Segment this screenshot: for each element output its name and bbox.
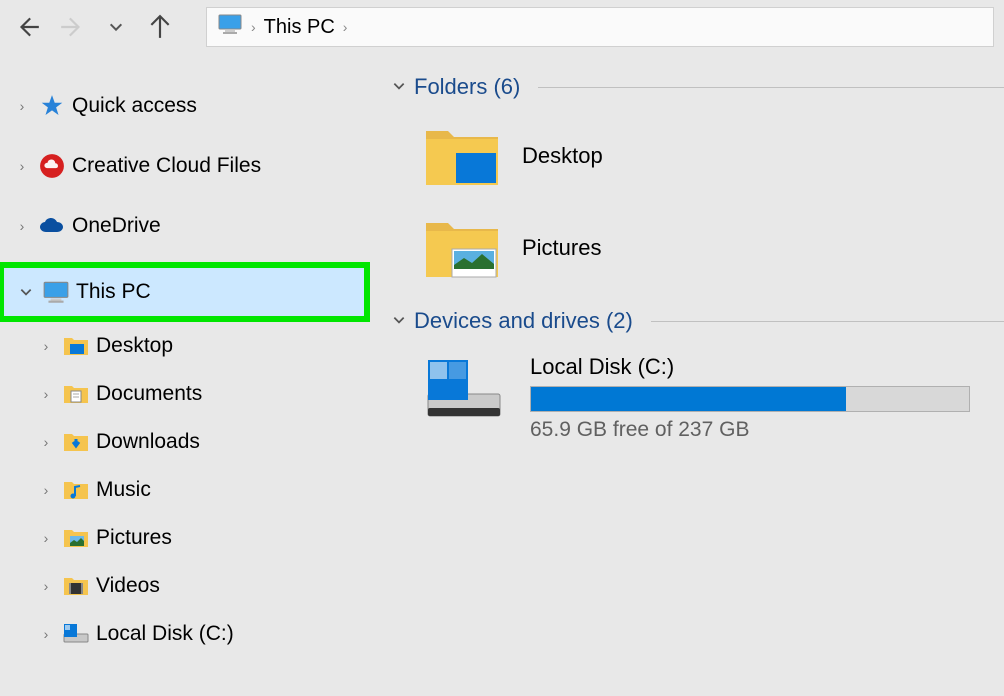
chevron-down-icon [392,313,406,330]
capacity-bar [530,386,970,412]
sidebar-item-music[interactable]: › Music [0,466,372,514]
local-disk-icon [422,354,506,424]
sidebar-item-onedrive[interactable]: › OneDrive [0,202,372,250]
drive-tile-local-disk[interactable]: Local Disk (C:) 65.9 GB free of 237 GB [412,344,1004,452]
sidebar-item-label: Documents [96,382,202,406]
drive-name: Local Disk (C:) [530,354,974,380]
sidebar-item-label: Local Disk (C:) [96,622,234,646]
sidebar-item-this-pc[interactable]: This PC [4,268,364,316]
chevron-right-icon[interactable]: › [36,386,56,402]
chevron-down-icon [392,79,406,96]
forward-button[interactable] [54,9,90,45]
up-button[interactable] [142,9,178,45]
chevron-right-icon[interactable]: › [36,434,56,450]
back-button[interactable] [10,9,46,45]
folder-tile-pictures[interactable]: Pictures [412,202,1004,294]
chevron-right-icon[interactable]: › [36,626,56,642]
capacity-fill [531,387,846,411]
address-bar[interactable]: › This PC › [206,7,994,47]
sidebar-item-label: Music [96,478,151,502]
divider [538,87,1004,88]
folders-section-header[interactable]: Folders (6) [392,74,1004,100]
sidebar-item-quick-access[interactable]: › Quick access [0,82,372,130]
star-icon [38,92,66,120]
sidebar-item-pictures[interactable]: › Pictures [0,514,372,562]
chevron-down-icon [108,19,124,35]
chevron-right-icon: › [343,19,348,35]
breadcrumb-this-pc[interactable]: This PC [264,16,335,39]
recent-locations-button[interactable] [98,9,134,45]
sidebar-item-label: Downloads [96,430,200,454]
main-content: Folders (6) Desktop Pictures Devices and… [372,54,1004,696]
sidebar-item-label: Creative Cloud Files [72,154,261,178]
sidebar-item-label: Videos [96,574,160,598]
drives-section-header[interactable]: Devices and drives (2) [392,308,1004,334]
chevron-right-icon[interactable]: › [36,578,56,594]
arrow-left-icon [15,14,41,40]
sidebar-item-videos[interactable]: › Videos [0,562,372,610]
this-pc-icon [217,13,243,41]
folder-label: Pictures [522,235,601,261]
chevron-right-icon: › [251,19,256,35]
this-pc-icon [42,278,70,306]
chevron-right-icon[interactable]: › [12,98,32,114]
sidebar-item-desktop[interactable]: › Desktop [0,322,372,370]
chevron-down-icon[interactable] [16,285,36,299]
creative-cloud-icon [38,152,66,180]
breadcrumb-label: This PC [264,16,335,39]
sidebar-item-label: This PC [76,280,151,304]
section-title: Folders (6) [414,74,520,100]
sidebar-item-label: OneDrive [72,214,161,238]
chevron-right-icon[interactable]: › [12,158,32,174]
desktop-folder-icon [62,332,90,360]
sidebar-item-local-disk[interactable]: › Local Disk (C:) [0,610,372,658]
documents-folder-icon [62,380,90,408]
sidebar-item-creative-cloud[interactable]: › Creative Cloud Files [0,142,372,190]
sidebar-item-label: Pictures [96,526,172,550]
chevron-right-icon[interactable]: › [12,218,32,234]
chevron-right-icon[interactable]: › [36,338,56,354]
arrow-up-icon [147,14,173,40]
downloads-folder-icon [62,428,90,456]
pictures-folder-icon [422,208,502,288]
drive-free-text: 65.9 GB free of 237 GB [530,418,974,442]
section-title: Devices and drives (2) [414,308,633,334]
onedrive-icon [38,212,66,240]
folder-tile-desktop[interactable]: Desktop [412,110,1004,202]
sidebar-item-documents[interactable]: › Documents [0,370,372,418]
chevron-right-icon[interactable]: › [36,482,56,498]
arrow-right-icon [59,14,85,40]
chevron-right-icon[interactable]: › [36,530,56,546]
divider [651,321,1004,322]
videos-folder-icon [62,572,90,600]
sidebar-item-label: Desktop [96,334,173,358]
highlight-box: This PC [0,262,370,322]
drive-info: Local Disk (C:) 65.9 GB free of 237 GB [530,354,994,442]
navigation-tree: › Quick access › Creative Cloud Files › … [0,54,372,696]
pictures-folder-icon [62,524,90,552]
sidebar-item-label: Quick access [72,94,197,118]
folder-label: Desktop [522,143,603,169]
sidebar-item-downloads[interactable]: › Downloads [0,418,372,466]
music-folder-icon [62,476,90,504]
desktop-folder-icon [422,116,502,196]
local-disk-icon [62,620,90,648]
